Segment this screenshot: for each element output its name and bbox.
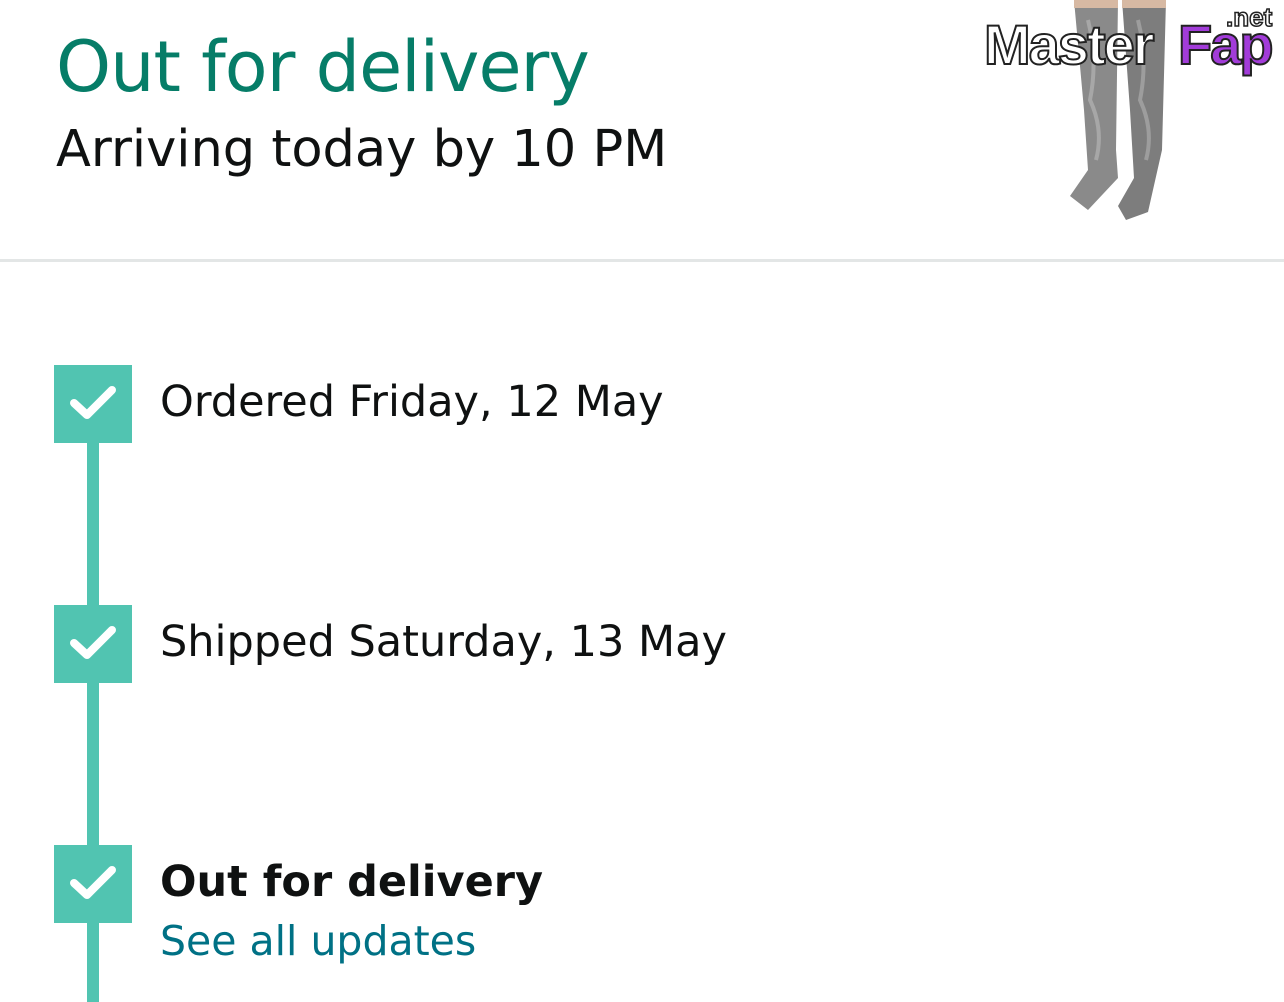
step-label: Out for delivery [160, 857, 543, 907]
watermark-logo: Master Fap .net [983, 4, 1275, 77]
timeline-step-ordered: Ordered Friday, 12 May [54, 365, 1234, 445]
delivery-header: Out for delivery Arriving today by 10 PM… [0, 0, 1284, 262]
check-icon [54, 365, 132, 443]
tracking-timeline: Ordered Friday, 12 May Shipped Saturday,… [0, 262, 1284, 1002]
check-icon [54, 845, 132, 923]
svg-text:.net: .net [1226, 4, 1273, 32]
see-all-updates-link[interactable]: See all updates [160, 917, 476, 965]
check-icon [54, 605, 132, 683]
timeline-step-shipped: Shipped Saturday, 13 May [54, 605, 1234, 685]
timeline-step-out-for-delivery: Out for delivery See all updates [54, 845, 1234, 980]
step-label: Shipped Saturday, 13 May [160, 617, 727, 667]
step-label: Ordered Friday, 12 May [160, 377, 664, 427]
delivery-status-title: Out for delivery [56, 26, 590, 108]
svg-text:Master: Master [984, 13, 1154, 76]
arrival-estimate: Arriving today by 10 PM [56, 120, 668, 179]
